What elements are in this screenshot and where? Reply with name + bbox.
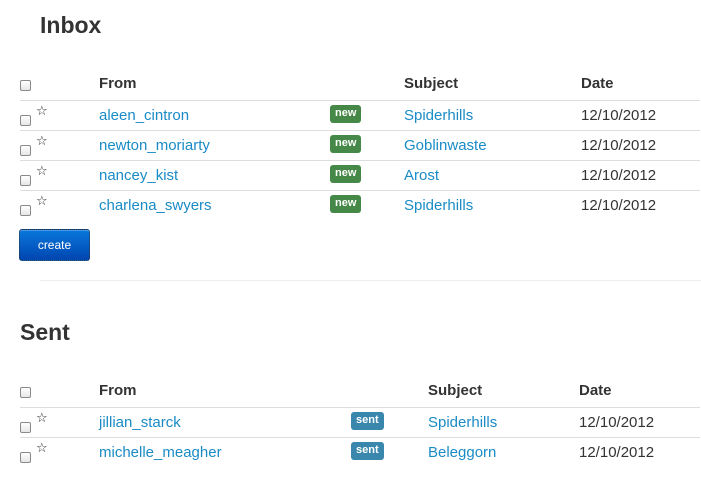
sent-table: From Subject Date ☆ jillian_starck sent …: [20, 363, 700, 467]
to-link[interactable]: michelle_meagher: [99, 444, 222, 461]
subject-link[interactable]: Arost: [404, 167, 439, 184]
sent-title: Sent: [20, 319, 70, 345]
new-badge: new: [330, 104, 362, 123]
inbox-row: ☆ nancey_kist new Arost 12/10/2012: [20, 160, 700, 191]
new-badge: new: [330, 194, 362, 213]
inbox-row: ☆ charlena_swyers new Spiderhills 12/10/…: [20, 191, 700, 221]
inbox-select-all-checkbox[interactable]: [20, 80, 31, 92]
row-checkbox[interactable]: [20, 451, 31, 463]
date-cell: 12/10/2012: [581, 197, 657, 214]
date-cell: 12/10/2012: [579, 407, 700, 438]
inbox-column-subject: Subject: [404, 56, 581, 101]
date-cell: 12/10/2012: [581, 100, 700, 131]
to-link[interactable]: jillian_starck: [99, 414, 181, 431]
create-button[interactable]: create: [19, 229, 90, 261]
sent-column-from: From: [99, 363, 351, 408]
date-cell: 12/10/2012: [581, 160, 700, 191]
from-link[interactable]: nancey_kist: [99, 167, 178, 184]
sent-select-all-checkbox[interactable]: [20, 387, 31, 399]
from-link[interactable]: aleen_cintron: [99, 107, 189, 124]
subject-link[interactable]: Goblinwaste: [404, 137, 487, 154]
sent-column-date: Date: [579, 363, 700, 408]
inbox-row: ☆ newton_moriarty new Goblinwaste 12/10/…: [20, 130, 700, 161]
section-divider: [40, 280, 701, 281]
star-icon[interactable]: ☆: [36, 411, 48, 426]
subject-link[interactable]: Spiderhills: [428, 414, 497, 431]
row-checkbox[interactable]: [20, 421, 31, 433]
star-icon[interactable]: ☆: [36, 194, 48, 209]
subject-link[interactable]: Spiderhills: [404, 197, 473, 214]
date-cell: 12/10/2012: [581, 130, 700, 161]
star-icon[interactable]: ☆: [36, 134, 48, 149]
row-checkbox[interactable]: [20, 144, 31, 156]
subject-link[interactable]: Beleggorn: [428, 444, 496, 461]
sent-header-row: From Subject Date: [20, 363, 700, 408]
row-checkbox[interactable]: [20, 174, 31, 186]
from-link[interactable]: newton_moriarty: [99, 137, 210, 154]
inbox-column-date: Date: [581, 56, 700, 101]
sent-column-subject: Subject: [428, 363, 579, 408]
star-icon[interactable]: ☆: [36, 164, 48, 179]
star-icon[interactable]: ☆: [36, 104, 48, 119]
inbox-row: ☆ aleen_cintron new Spiderhills 12/10/20…: [20, 100, 700, 131]
inbox-title: Inbox: [40, 12, 102, 38]
new-badge: new: [330, 164, 362, 183]
sent-row: ☆ michelle_meagher sent Beleggorn 12/10/…: [20, 438, 700, 468]
inbox-select-all-cell: [20, 56, 99, 101]
new-badge: new: [330, 134, 362, 153]
date-cell: 12/10/2012: [579, 444, 655, 461]
subject-link[interactable]: Spiderhills: [404, 107, 473, 124]
sent-badge: sent: [351, 441, 384, 460]
sent-select-all-cell: [20, 363, 99, 408]
row-checkbox[interactable]: [20, 114, 31, 126]
inbox-header-row: From Subject Date: [20, 56, 700, 101]
star-icon[interactable]: ☆: [36, 441, 48, 456]
sent-badge: sent: [351, 411, 384, 430]
from-link[interactable]: charlena_swyers: [99, 197, 212, 214]
inbox-column-from: From: [99, 56, 330, 101]
sent-row: ☆ jillian_starck sent Spiderhills 12/10/…: [20, 407, 700, 438]
inbox-table: From Subject Date ☆ aleen_cintron new Sp…: [20, 56, 700, 220]
row-checkbox[interactable]: [20, 204, 31, 216]
